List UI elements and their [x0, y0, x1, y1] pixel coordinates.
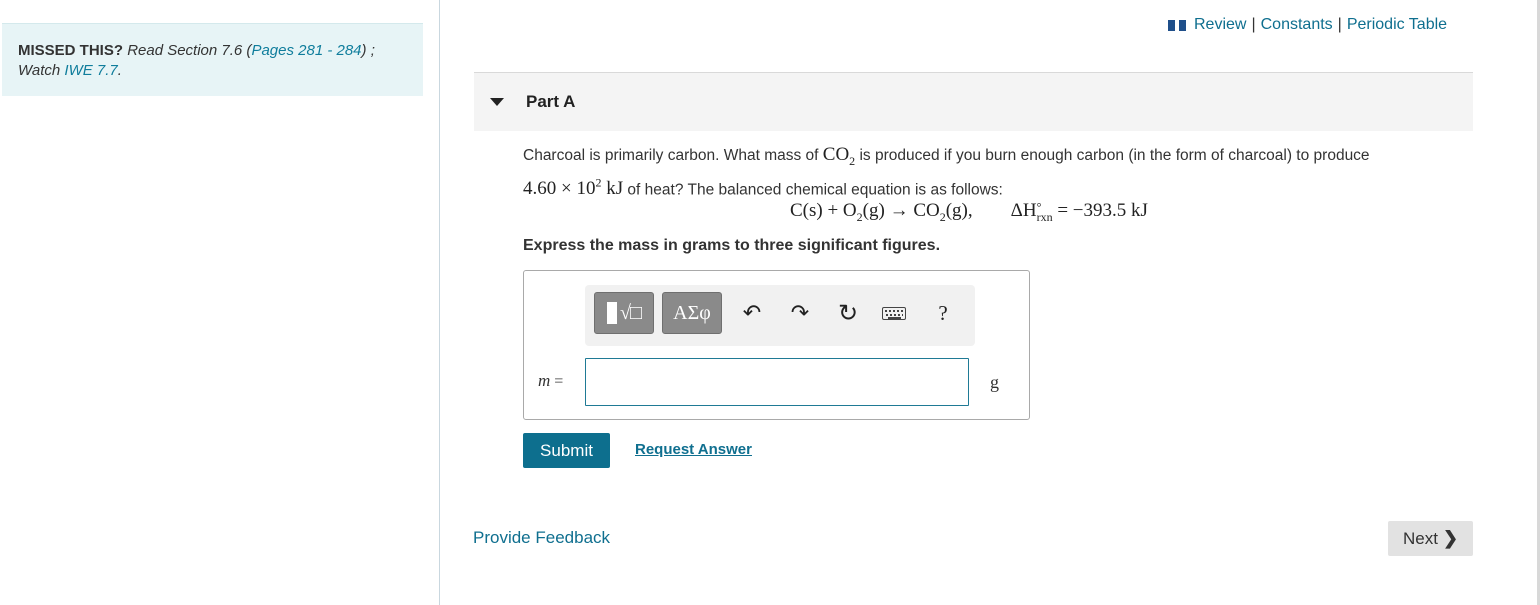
unit-label: g	[990, 372, 999, 392]
reset-icon[interactable]: ↻	[833, 298, 863, 328]
heat-value: 4.60 × 10	[523, 178, 596, 200]
review-link[interactable]: Review	[1194, 16, 1246, 34]
periodic-table-link[interactable]: Periodic Table	[1347, 16, 1447, 34]
co2-formula: CO2	[822, 144, 855, 168]
heat-amount: 4.60 × 102 kJ	[523, 176, 624, 200]
submit-button[interactable]: Submit	[523, 433, 610, 468]
templates-button[interactable]: √□	[594, 292, 654, 334]
part-title: Part A	[526, 92, 576, 111]
question-text-3: of heat? The balanced chemical equation …	[623, 181, 1003, 199]
eq-reactants: C(s) + O	[790, 200, 857, 221]
keyboard-glyph	[882, 306, 906, 320]
help-icon[interactable]: ?	[928, 298, 958, 328]
variable-label: m =	[538, 371, 563, 391]
period-text: .	[117, 62, 122, 79]
panel-divider	[439, 0, 440, 605]
answer-input[interactable]	[585, 358, 969, 406]
next-label: Next	[1402, 528, 1438, 548]
link-separator: |	[1337, 16, 1342, 33]
sqrt-template-icon: √□	[619, 301, 642, 324]
link-separator: |	[1251, 16, 1256, 33]
question-text-1: Charcoal is primarily carbon. What mass …	[523, 147, 823, 164]
co2-base: CO	[822, 144, 850, 165]
instruction-text: Express the mass in grams to three signi…	[523, 237, 941, 254]
book-icon	[1168, 19, 1186, 31]
hint-box: MISSED THIS? Read Section 7.6 (Pages 281…	[2, 23, 423, 96]
chemical-equation: C(s) + O2(g) → CO2(g), ΔH ° rxn = −393.5 kJ	[790, 200, 1148, 225]
heat-unit: kJ	[601, 178, 624, 200]
missed-label: MISSED THIS?	[18, 42, 124, 59]
variable-name: m	[538, 371, 551, 390]
template-block-icon	[606, 302, 617, 324]
eq-end: (g),	[945, 200, 973, 221]
question-text-2: is produced if you burn enough carbon (i…	[855, 147, 1370, 164]
resource-links: Review | Constants | Periodic Table	[1168, 16, 1447, 34]
read-text: Read Section 7.6 (	[127, 42, 252, 59]
redo-icon[interactable]: ↷	[785, 298, 815, 328]
part-header[interactable]: Part A	[474, 73, 1473, 131]
request-answer-link[interactable]: Request Answer	[635, 441, 752, 458]
eq-arrow-product: (g) → CO	[862, 200, 940, 221]
equals-sign: =	[550, 373, 564, 390]
provide-feedback-link[interactable]: Provide Feedback	[473, 528, 610, 548]
eq-delta-h: ΔH	[1010, 200, 1037, 221]
undo-icon[interactable]: ↶	[737, 298, 767, 328]
watch-text: Watch	[18, 62, 65, 79]
answer-box: √□ ΑΣφ ↶ ↷ ↻ ? m = g	[523, 270, 1030, 420]
pages-link[interactable]: Pages 281 - 284	[251, 42, 361, 59]
iwe-link[interactable]: IWE 7.7	[64, 62, 117, 79]
chevron-right-icon: ❯	[1442, 528, 1459, 548]
caret-down-icon[interactable]	[490, 98, 504, 106]
eq-dh-value: = −393.5 kJ	[1052, 200, 1148, 221]
next-button[interactable]: Next ❯	[1388, 521, 1473, 556]
greek-symbols-button[interactable]: ΑΣφ	[662, 292, 722, 334]
close-text: ) ;	[361, 42, 375, 59]
math-toolbar: √□ ΑΣφ ↶ ↷ ↻ ?	[585, 285, 975, 346]
eq-dh-sub: rxn	[1036, 209, 1053, 224]
constants-link[interactable]: Constants	[1261, 16, 1333, 34]
keyboard-icon[interactable]	[879, 298, 909, 328]
question-text: Charcoal is primarily carbon. What mass …	[523, 144, 1443, 201]
